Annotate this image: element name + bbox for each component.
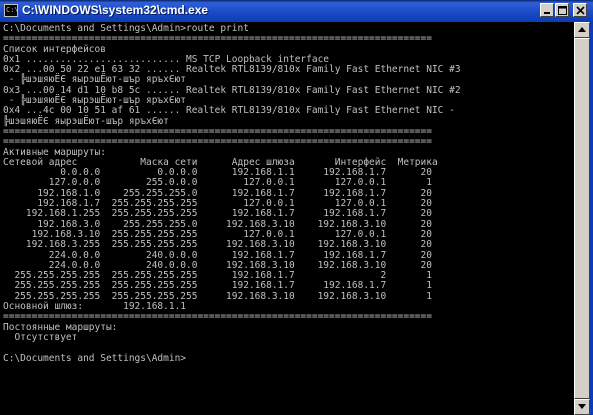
- console-output: C:\Documents and Settings\Admin>route pr…: [3, 23, 461, 364]
- console-line: Отсутствует: [3, 331, 78, 343]
- console-icon[interactable]: C:\: [4, 4, 19, 17]
- scroll-thumb[interactable]: [574, 38, 590, 399]
- scroll-up-button[interactable]: [574, 22, 590, 38]
- window-title: C:\WINDOWS\system32\cmd.exe: [22, 3, 209, 17]
- arrow-up-icon: [578, 27, 586, 32]
- console-line: 192.168.3.255 255.255.255.255 192.168.3.…: [3, 239, 432, 251]
- arrow-down-icon: [578, 404, 586, 409]
- minimize-icon: [544, 12, 550, 14]
- close-icon: [576, 6, 585, 15]
- maximize-icon: [558, 6, 567, 15]
- minimize-button[interactable]: [540, 3, 554, 17]
- vertical-scrollbar[interactable]: [574, 22, 590, 415]
- scroll-down-button[interactable]: [574, 399, 590, 415]
- console-line: C:\Documents and Settings\Admin>: [3, 352, 187, 364]
- close-button[interactable]: [573, 3, 587, 17]
- cmd-window: C:\ C:\WINDOWS\system32\cmd.exe C:\Docum…: [0, 0, 593, 415]
- console-area[interactable]: C:\Documents and Settings\Admin>route pr…: [0, 22, 574, 415]
- title-bar[interactable]: C:\ C:\WINDOWS\system32\cmd.exe: [0, 0, 593, 22]
- maximize-button[interactable]: [555, 3, 569, 17]
